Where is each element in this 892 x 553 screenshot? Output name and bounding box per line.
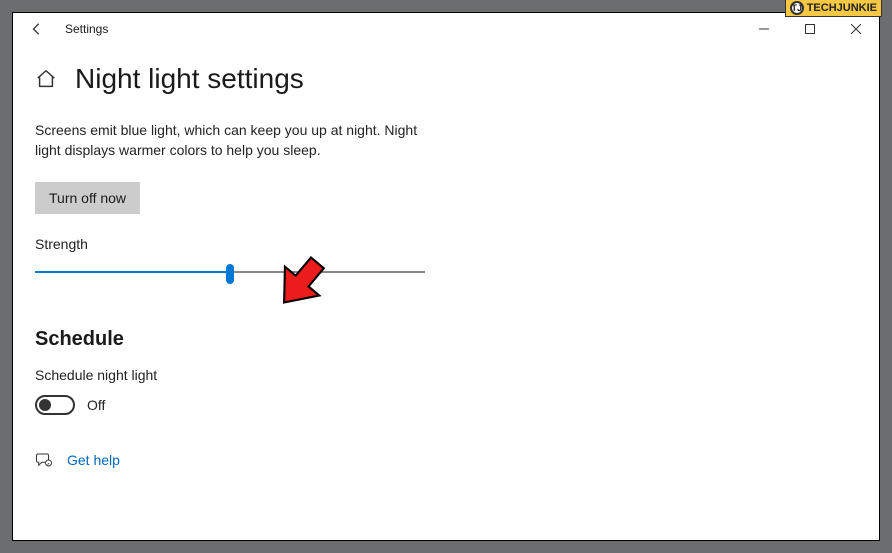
minimize-button[interactable] xyxy=(741,13,787,45)
strength-label: Strength xyxy=(35,236,853,252)
watermark-logo-icon: TJ xyxy=(790,1,804,15)
toggle-knob xyxy=(39,399,51,411)
schedule-toggle[interactable] xyxy=(35,395,75,415)
schedule-header: Schedule xyxy=(35,328,853,351)
app-title: Settings xyxy=(65,22,108,36)
strength-slider[interactable] xyxy=(35,262,425,282)
slider-thumb[interactable] xyxy=(226,264,234,284)
schedule-toggle-row: Off xyxy=(35,395,853,415)
page-title: Night light settings xyxy=(75,63,304,95)
close-icon xyxy=(851,24,861,34)
schedule-subtext: Schedule night light xyxy=(35,367,853,383)
chat-help-icon xyxy=(35,451,53,469)
maximize-icon xyxy=(805,24,815,34)
arrow-left-icon xyxy=(30,22,44,36)
turn-off-now-button[interactable]: Turn off now xyxy=(35,182,140,214)
watermark-text: TECHJUNKIE xyxy=(807,2,877,14)
page-description: Screens emit blue light, which can keep … xyxy=(35,121,445,160)
page-header: Night light settings xyxy=(35,63,853,95)
close-button[interactable] xyxy=(833,13,879,45)
content-area: Night light settings Screens emit blue l… xyxy=(13,45,879,540)
home-icon[interactable] xyxy=(35,68,57,90)
settings-window: TJ TECHJUNKIE Settings Night light setti… xyxy=(12,12,880,541)
back-button[interactable] xyxy=(19,13,55,45)
maximize-button[interactable] xyxy=(787,13,833,45)
watermark-badge: TJ TECHJUNKIE xyxy=(785,0,882,17)
get-help-link[interactable]: Get help xyxy=(67,452,120,468)
minimize-icon xyxy=(759,24,769,34)
help-row: Get help xyxy=(35,451,853,469)
window-controls xyxy=(741,13,879,45)
schedule-toggle-state: Off xyxy=(87,397,105,413)
titlebar: Settings xyxy=(13,13,879,45)
slider-fill xyxy=(35,271,230,273)
